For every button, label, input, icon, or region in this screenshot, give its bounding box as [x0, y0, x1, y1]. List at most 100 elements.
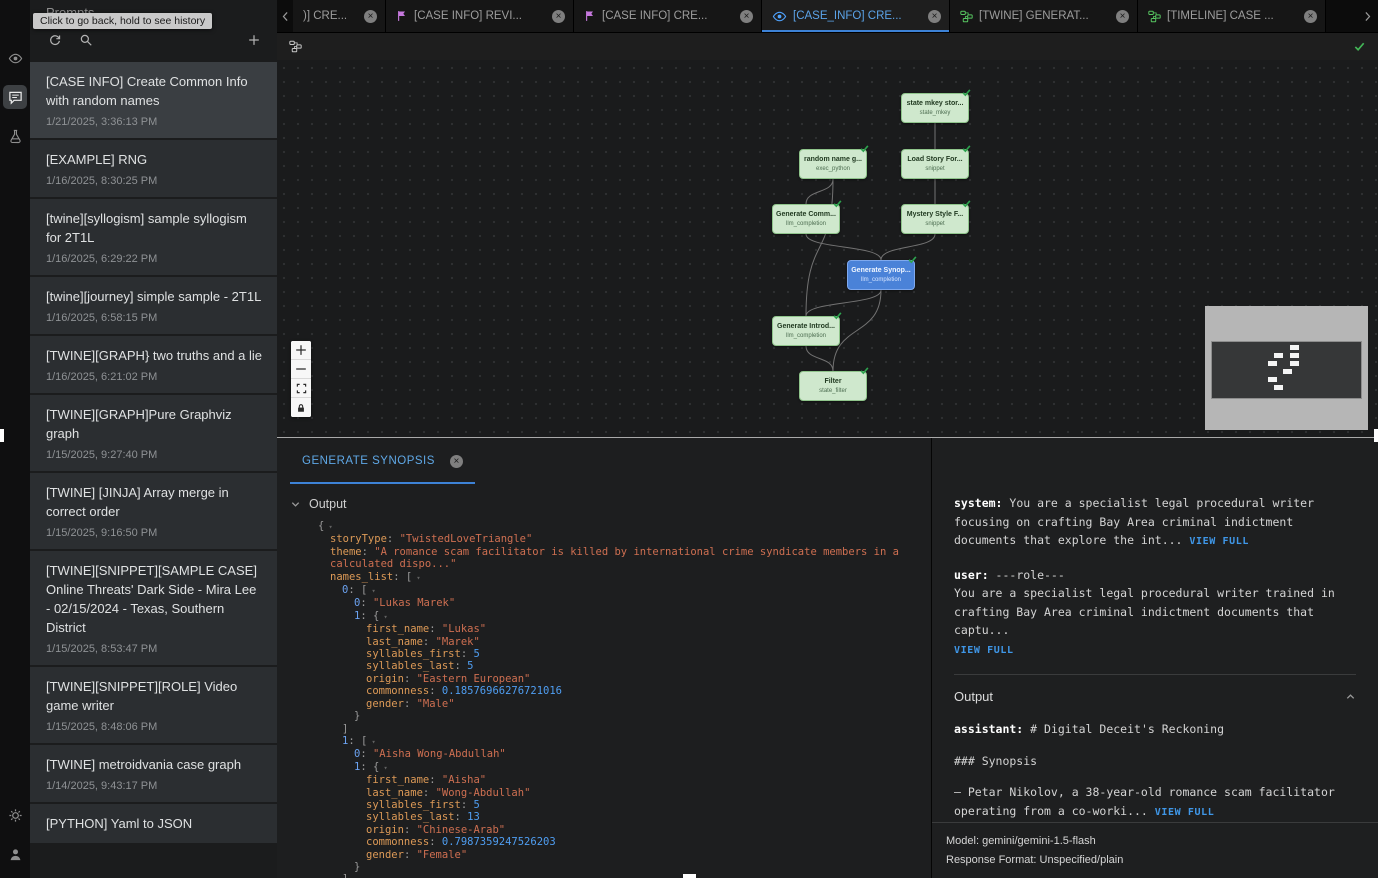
tab-strip: )] CRE...×[CASE INFO] REVI...×[CASE INFO…	[293, 0, 1326, 32]
view-full-link[interactable]: VIEW FULL	[954, 642, 1356, 661]
fit-view-button[interactable]	[291, 379, 311, 398]
prompt-item-twine-jinja-array-merge-in-corre[interactable]: [TWINE] [JINJA] Array merge in correct o…	[30, 473, 277, 549]
canvas-header	[277, 33, 1378, 60]
node-success-check-icon	[962, 144, 971, 153]
json-line: syllables_first: 5	[318, 799, 915, 811]
prompt-title: [PYTHON] Yaml to JSON	[46, 814, 263, 833]
prompt-item-twine-metroidvania-case-graph[interactable]: [TWINE] metroidvania case graph1/14/2025…	[30, 745, 277, 802]
minimap-node	[1268, 377, 1277, 382]
prompt-title: [twine][syllogism] sample syllogism for …	[46, 209, 263, 247]
graph-edge	[806, 179, 833, 204]
refresh-icon[interactable]	[48, 33, 62, 47]
tab-label: [TIMELINE] CASE ...	[1167, 10, 1298, 22]
tab-scroll-right-icon[interactable]	[1356, 0, 1378, 32]
tab-timeline-case[interactable]: [TIMELINE] CASE ... ×	[1138, 0, 1326, 32]
resize-handle-left[interactable]	[0, 429, 4, 442]
prompt-title: [TWINE][GRAPH} two truths and a lie	[46, 346, 263, 365]
response-output-header[interactable]: Output	[932, 675, 1378, 706]
node-mystery-style-f[interactable]: Mystery Style F...snippet	[901, 204, 969, 234]
prompt-item-twine-journey-simple-sample-2t1l[interactable]: [twine][journey] simple sample - 2T1L1/1…	[30, 277, 277, 334]
json-tree: { ▾storyType: "TwistedLoveTriangle"theme…	[277, 520, 931, 878]
workflow-icon[interactable]	[289, 40, 302, 53]
eye-icon	[772, 9, 787, 24]
prompt-timestamp: 1/16/2025, 6:21:02 PM	[46, 371, 263, 383]
view-full-link[interactable]: VIEW FULL	[1189, 536, 1249, 547]
tab-case-info-cre[interactable]: [CASE INFO] CRE...×	[574, 0, 762, 32]
message-list: system: You are a specialist legal proce…	[932, 438, 1378, 660]
flask-icon[interactable]	[3, 124, 27, 148]
minimap-node	[1268, 361, 1277, 366]
node-state-mkey-stor[interactable]: state mkey stor...state_mkey	[901, 93, 969, 123]
graph-canvas[interactable]: state mkey stor...state_mkeyrandom name …	[277, 33, 1378, 437]
activity-bar	[0, 0, 30, 878]
close-icon[interactable]: ×	[450, 455, 463, 468]
prompt-item-python-yaml-to-json[interactable]: [PYTHON] Yaml to JSON	[30, 804, 277, 843]
tab-cre[interactable]: )] CRE...×	[293, 0, 386, 32]
lock-button[interactable]	[291, 398, 311, 417]
tab-close-icon[interactable]: ×	[1304, 10, 1317, 23]
prompt-item-twine-graph-pure-graphviz-graph[interactable]: [TWINE][GRAPH]Pure Graphviz graph1/15/20…	[30, 395, 277, 471]
minimap-node	[1274, 385, 1283, 390]
minimap-viewport	[1212, 342, 1361, 398]
tab-case-info-revi[interactable]: [CASE INFO] REVI...×	[386, 0, 574, 32]
node-filter[interactable]: Filterstate_filter	[799, 371, 867, 401]
horizontal-splitter[interactable]	[277, 437, 1378, 438]
tab-scroll-left-icon[interactable]	[277, 0, 293, 32]
eye-icon[interactable]	[3, 46, 27, 70]
gear-icon[interactable]	[3, 803, 27, 827]
tab-twine-generat[interactable]: [TWINE] GENERAT...×	[950, 0, 1138, 32]
prompt-timestamp: 1/15/2025, 9:27:40 PM	[46, 449, 263, 461]
resize-handle-right[interactable]	[1374, 429, 1378, 442]
tab-generate-synopsis[interactable]: GENERATE SYNOPSIS ×	[290, 438, 475, 484]
node-random-name-g[interactable]: random name g...exec_python	[799, 149, 867, 179]
node-success-check-icon	[860, 366, 869, 375]
minimap[interactable]	[1205, 306, 1368, 430]
minimap-node	[1283, 369, 1292, 374]
zoom-in-button[interactable]	[291, 341, 311, 360]
tab-case-info-cre[interactable]: [CASE_INFO] CRE... ×	[762, 0, 950, 32]
node-load-story-for[interactable]: Load Story For...snippet	[901, 149, 969, 179]
node-subtitle: llm_completion	[861, 276, 901, 284]
tab-label: [CASE_INFO] CRE...	[793, 10, 922, 22]
node-subtitle: llm_completion	[786, 220, 826, 228]
chevron-up-icon	[1345, 691, 1356, 702]
tab-close-icon[interactable]: ×	[740, 10, 753, 23]
prompt-title: [TWINE][SNIPPET][ROLE] Video game writer	[46, 677, 263, 715]
json-line: ]	[318, 723, 915, 735]
resize-handle-bottom[interactable]	[683, 874, 696, 878]
tab-close-icon[interactable]: ×	[552, 10, 565, 23]
node-title: random name g...	[804, 155, 862, 164]
app-root: Prompts Click to go back, hold to see hi…	[0, 0, 1378, 878]
node-subtitle: state_filter	[819, 387, 847, 395]
node-generate-introd[interactable]: Generate Introd...llm_completion	[772, 316, 840, 346]
minimap-node	[1290, 345, 1299, 350]
graph-edge	[833, 290, 881, 371]
output-tab-row: GENERATE SYNOPSIS ×	[277, 438, 931, 484]
tab-close-icon[interactable]: ×	[364, 10, 377, 23]
tab-close-icon[interactable]: ×	[928, 10, 941, 23]
output-collapse-header[interactable]: Output	[277, 484, 931, 520]
search-icon[interactable]	[79, 33, 93, 47]
assistant-body: — Petar Nikolov, a 38-year-old romance s…	[954, 783, 1356, 822]
prompt-item-twine-syllogism-sample-syllogism[interactable]: [twine][syllogism] sample syllogism for …	[30, 199, 277, 275]
json-line: syllables_last: 5	[318, 660, 915, 672]
prompt-item-twine-graph-two-truths-and-a-lie[interactable]: [TWINE][GRAPH} two truths and a lie 1/16/…	[30, 336, 277, 393]
node-generate-synop[interactable]: Generate Synop...llm_completion	[847, 260, 915, 290]
node-generate-comm[interactable]: Generate Comm...llm_completion	[772, 204, 840, 234]
prompt-title: [twine][journey] simple sample - 2T1L	[46, 287, 263, 306]
prompt-item-case-info-create-common-info-wit[interactable]: [CASE INFO] Create Common Info with rand…	[30, 62, 277, 138]
chat-icon[interactable]	[3, 85, 27, 109]
json-line: 0: "Aisha Wong-Abdullah"	[318, 748, 915, 760]
tab-close-icon[interactable]: ×	[1116, 10, 1129, 23]
prompt-item-example-rng[interactable]: [EXAMPLE] RNG1/16/2025, 8:30:25 PM	[30, 140, 277, 197]
user-icon[interactable]	[3, 842, 27, 866]
add-prompt-button[interactable]	[247, 33, 261, 47]
zoom-out-button[interactable]	[291, 360, 311, 379]
json-line: 1: [ ▾	[318, 735, 915, 748]
json-line: last_name: "Marek"	[318, 636, 915, 648]
view-full-link[interactable]: VIEW FULL	[1155, 807, 1215, 818]
prompt-item-twine-snippet-sample-case-online[interactable]: [TWINE][SNIPPET][SAMPLE CASE] Online Thr…	[30, 551, 277, 665]
node-title: Generate Introd...	[777, 322, 835, 331]
json-line: 0: "Lukas Marek"	[318, 597, 915, 609]
prompt-item-twine-snippet-role-video-game-wr[interactable]: [TWINE][SNIPPET][ROLE] Video game writer…	[30, 667, 277, 743]
